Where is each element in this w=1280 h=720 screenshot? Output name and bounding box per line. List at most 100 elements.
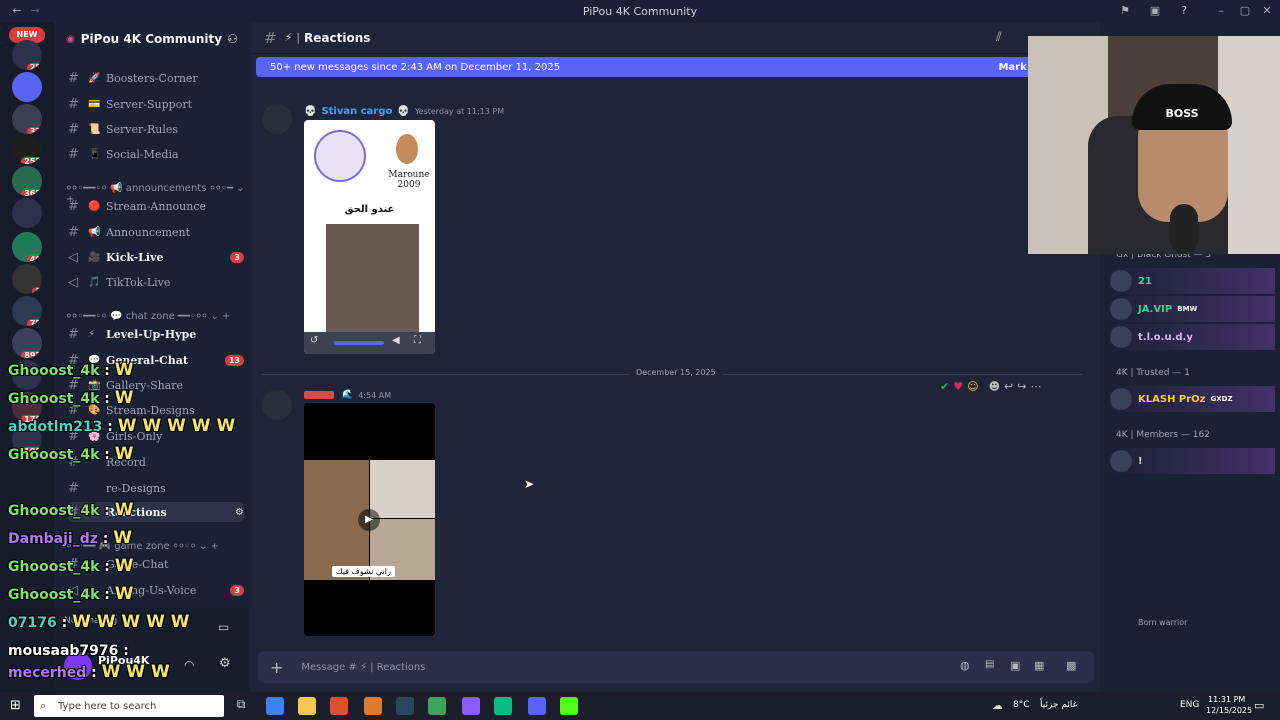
- server-icon[interactable]: 75: [12, 296, 42, 326]
- play-icon[interactable]: ▶: [358, 509, 380, 531]
- message-author[interactable]: Stivan cargo: [321, 106, 392, 117]
- app-icon[interactable]: [266, 697, 284, 715]
- close-icon[interactable]: ✕: [1258, 3, 1276, 19]
- emoji-icon[interactable]: ▦: [1034, 659, 1044, 672]
- clock-time[interactable]: 11:31 PM: [1208, 695, 1245, 704]
- channel-emoji-icon: 📱: [88, 148, 101, 160]
- video-caption: راني نشوف فيك: [332, 566, 395, 577]
- member-name: KLASH PrOz: [1138, 393, 1206, 405]
- invite-icon[interactable]: ⚇: [227, 32, 238, 46]
- video-attachment[interactable]: ▶ راني نشوف فيك: [304, 403, 435, 636]
- message-composer[interactable]: + Message # ⚡ | Reactions ◍ ▤ ▣ ▦ ▩: [258, 651, 1094, 683]
- server-icon[interactable]: 40: [12, 232, 42, 262]
- member-row[interactable]: !: [1110, 448, 1275, 474]
- weather-temp[interactable]: 8°C: [1013, 700, 1030, 710]
- brave-icon[interactable]: [330, 697, 348, 715]
- minimize-icon[interactable]: –: [1212, 3, 1230, 19]
- server-name: PiPou 4K Community: [80, 32, 223, 46]
- server-header[interactable]: ◉ PiPou 4K Community ⌄ ⚇: [54, 22, 250, 56]
- taskbar-search[interactable]: ⌕ Type here to search: [34, 695, 224, 717]
- maximize-icon[interactable]: ▢: [1236, 3, 1254, 19]
- gift-icon[interactable]: ◍: [960, 659, 970, 672]
- language-indicator[interactable]: ENG: [1180, 700, 1199, 710]
- task-view-icon[interactable]: ⧉: [232, 697, 250, 715]
- sticker-icon[interactable]: ▣: [1010, 659, 1020, 672]
- avatar[interactable]: [262, 390, 292, 420]
- replay-icon[interactable]: ↺: [310, 335, 318, 346]
- channel-name: Level-Up-Hype: [106, 327, 197, 341]
- discord-icon[interactable]: [528, 697, 546, 715]
- cap: BOSS: [1132, 84, 1232, 130]
- message-author-redacted[interactable]: [304, 391, 334, 399]
- channel-announcement[interactable]: # 📢 Announcement: [68, 222, 244, 242]
- window-title: PiPou 4K Community: [582, 5, 698, 18]
- server-icon[interactable]: 33: [12, 104, 42, 134]
- apps-icon[interactable]: ▩: [1066, 659, 1076, 672]
- channel-server-support[interactable]: # 💳 Server-Support: [68, 94, 244, 114]
- inbox-icon[interactable]: ⚑: [1116, 3, 1134, 19]
- stream-chat-line: 07176 : W W W W W: [8, 612, 190, 632]
- category-announcements[interactable]: ⸰⸰◦━━◦⸰ 📢 announcements ⸰⸰◦━ ⌄ +: [66, 180, 246, 205]
- server-icon[interactable]: 252: [12, 134, 42, 164]
- more-options-icon[interactable]: ⋯: [1030, 380, 1041, 393]
- heart-reaction-icon[interactable]: ♥: [953, 380, 963, 393]
- steam-icon[interactable]: [396, 697, 414, 715]
- skull-icon: 💀: [304, 106, 317, 117]
- stream-chat-line: abdotlm213 : W W W W W: [8, 416, 236, 436]
- server-icon[interactable]: [12, 198, 42, 228]
- help-icon[interactable]: ?: [1175, 3, 1193, 19]
- server-icon[interactable]: 1: [12, 264, 42, 294]
- member-row[interactable]: 21: [1110, 268, 1275, 294]
- chat-user: Ghooost_4k: [8, 447, 100, 463]
- member-row[interactable]: JA.VIP BMW: [1110, 296, 1275, 322]
- windows-start-icon[interactable]: ⊞: [10, 698, 21, 713]
- message-input[interactable]: Message # ⚡ | Reactions: [301, 662, 425, 673]
- title-bar: ← → PiPou 4K Community ⚑ ▣ ? – ▢ ✕: [0, 0, 1280, 22]
- app-icon[interactable]: [462, 697, 480, 715]
- attach-plus-icon[interactable]: +: [270, 658, 283, 677]
- stream-chat-line: Ghooost_4k : W: [8, 500, 134, 520]
- stream-chat-line: Dambaji_dz : W: [8, 528, 133, 548]
- notification-icon[interactable]: ▭: [1254, 699, 1264, 712]
- gif-icon[interactable]: ▤: [985, 659, 994, 670]
- add-reaction-icon[interactable]: ☻: [989, 380, 1000, 393]
- media-caption: عندو الحق: [344, 204, 395, 215]
- fullscreen-icon[interactable]: ⛶: [414, 335, 421, 346]
- channel-kick-live[interactable]: ◁ 🎥 Kick-Live 3: [68, 247, 244, 267]
- forward-icon[interactable]: ↪: [1017, 380, 1026, 393]
- message-timestamp: 4:54 AM: [358, 390, 392, 400]
- video-attachment[interactable]: Maroune 2009 عندو الحق ↺ ◀ ⛶: [304, 120, 435, 354]
- member-row[interactable]: KLASH PrOz GXDZ: [1110, 386, 1275, 412]
- app-icon[interactable]: [364, 697, 382, 715]
- server-icon[interactable]: 25: [12, 40, 42, 70]
- stream-chat-line: Ghooost_4k : W: [8, 584, 134, 604]
- new-messages-banner[interactable]: 50+ new messages since 2:43 AM on Decemb…: [256, 57, 1096, 77]
- category-chat-zone[interactable]: ⸰⸰◦━━◦⸰ 💬 chat zone ━━◦⸰⸰ ⌄ +: [66, 308, 246, 322]
- member-row[interactable]: t.l.o.u.d.y: [1110, 324, 1275, 350]
- server-icon[interactable]: 892: [12, 328, 42, 358]
- screen-icon[interactable]: ▣: [1146, 3, 1164, 19]
- video-controls: ↺ ◀ ⛶: [304, 332, 435, 354]
- clock-date[interactable]: 12/15/2025: [1206, 706, 1252, 715]
- reply-icon[interactable]: ↩: [1004, 380, 1013, 393]
- server-icon[interactable]: [12, 72, 42, 102]
- file-explorer-icon[interactable]: [298, 697, 316, 715]
- server-badge: 25: [26, 63, 42, 70]
- avatar[interactable]: [262, 104, 292, 134]
- channel-tiktok-live[interactable]: ◁ 🎵 TikTok-Live: [68, 272, 244, 292]
- app-icon[interactable]: [428, 697, 446, 715]
- laugh-reaction-icon[interactable]: ☺: [967, 380, 978, 393]
- channel-server-rules[interactable]: # 📜 Server-Rules: [68, 119, 244, 139]
- server-icon[interactable]: 362: [12, 166, 42, 196]
- check-reaction-icon[interactable]: ✔: [940, 380, 949, 393]
- channel-name: Boosters-Corner: [106, 71, 198, 85]
- channel-social-media[interactable]: # 📱 Social-Media: [68, 144, 244, 164]
- app-icon[interactable]: [494, 697, 512, 715]
- progress-bar[interactable]: [334, 341, 384, 345]
- channel-level-up-hype[interactable]: # ⚡ Level-Up-Hype: [68, 324, 244, 344]
- volume-icon[interactable]: ◀: [392, 335, 400, 346]
- channel-boosters-corner[interactable]: # 🚀 Boosters-Corner: [68, 68, 244, 88]
- kick-icon[interactable]: [560, 697, 578, 715]
- microphone: [1170, 204, 1198, 254]
- threads-icon[interactable]: ⫽: [996, 30, 1002, 45]
